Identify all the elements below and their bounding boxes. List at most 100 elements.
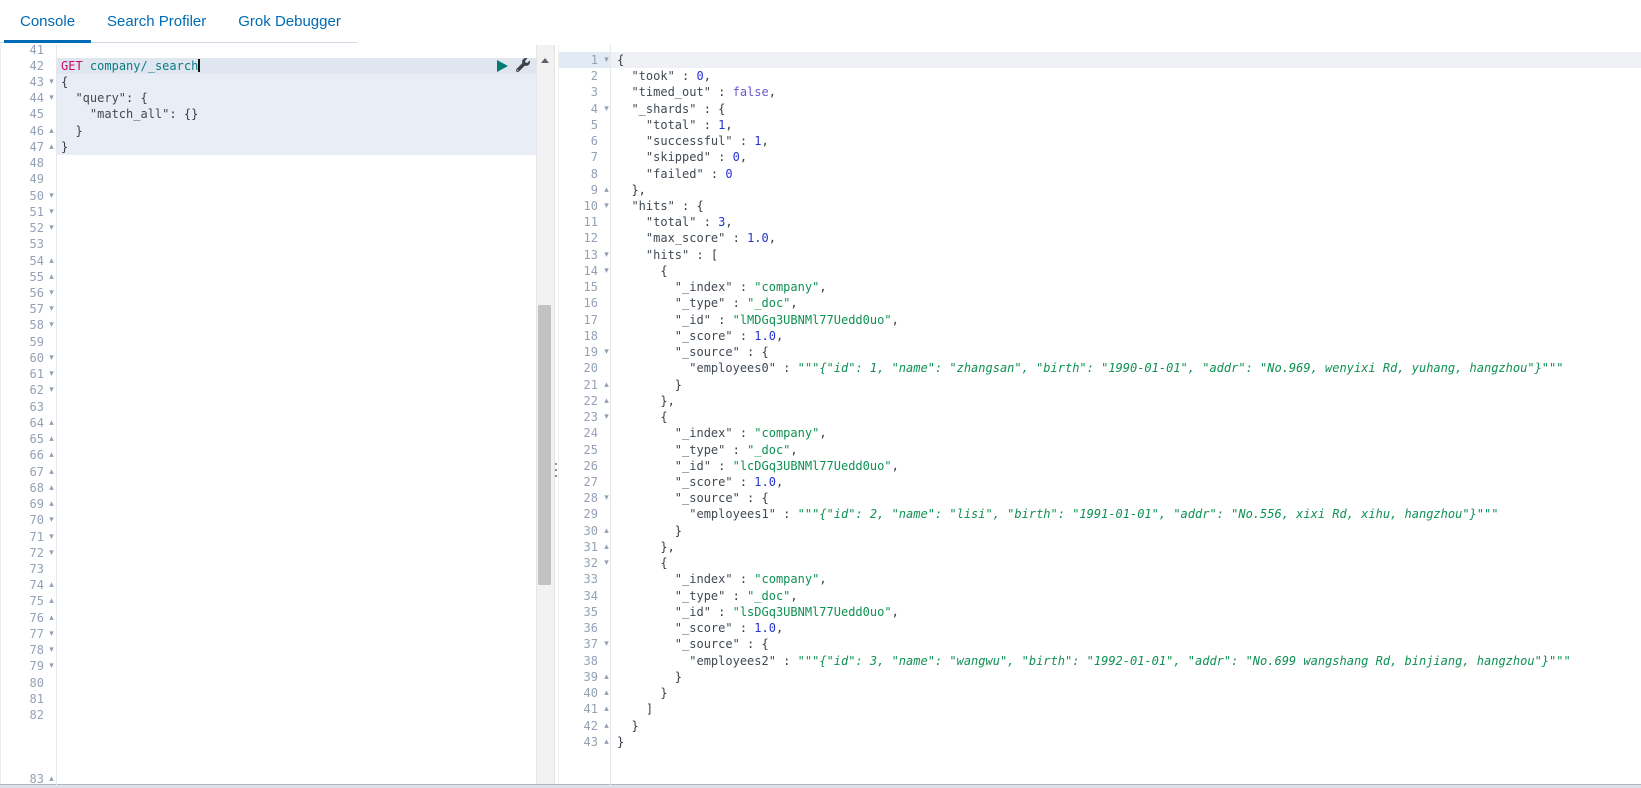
editor-line[interactable]: 47 ▴} <box>1 138 537 156</box>
editor-line[interactable]: 17 "_id" : "lMDGq3UBNMl77Uedd0uo", <box>559 312 1641 328</box>
editor-line[interactable]: 36 "_score" : 1.0, <box>559 620 1641 636</box>
editor-line[interactable]: 69 ▴ <box>1 496 537 512</box>
editor-line[interactable]: 11 "total" : 3, <box>559 214 1641 230</box>
console-request-editor[interactable]: 41 42 GET company/_search 43 ▾{44 ▾ "query": … <box>0 45 537 786</box>
window-bottom-edge <box>0 784 1641 788</box>
editor-line[interactable]: 37 ▾ "_source" : { <box>559 636 1641 652</box>
editor-line[interactable]: 39 ▴ } <box>559 669 1641 685</box>
tab-search-profiler[interactable]: Search Profiler <box>91 1 222 42</box>
editor-line[interactable]: 48 <box>1 155 537 171</box>
tab-grok-debugger[interactable]: Grok Debugger <box>222 1 357 42</box>
editor-line[interactable]: 43 ▴} <box>559 734 1641 750</box>
editor-line[interactable]: 77 ▾ <box>1 626 537 642</box>
editor-line[interactable]: 58 ▾ <box>1 317 537 333</box>
editor-line[interactable]: 30 ▴ } <box>559 523 1641 539</box>
editor-line[interactable]: 68 ▴ <box>1 480 537 496</box>
scroll-up-arrow-icon[interactable] <box>541 58 549 63</box>
editor-line[interactable]: 60 ▾ <box>1 350 537 366</box>
editor-line[interactable]: 73 <box>1 561 537 577</box>
editor-line[interactable]: 19 ▾ "_source" : { <box>559 344 1641 360</box>
editor-line[interactable]: 79 ▾ <box>1 658 537 674</box>
editor-line[interactable]: 40 ▴ } <box>559 685 1641 701</box>
line-number: 42 <box>583 718 598 733</box>
editor-line[interactable]: 50 ▾ <box>1 188 537 204</box>
editor-line[interactable]: 45 "match_all": {} <box>1 106 537 123</box>
send-request-button play-icon[interactable] <box>497 60 508 72</box>
editor-line[interactable]: 2 "took" : 0, <box>559 68 1641 84</box>
editor-line[interactable]: 26 "_id" : "lcDGq3UBNMl77Uedd0uo", <box>559 458 1641 474</box>
line-number: 74 <box>29 578 44 593</box>
editor-line[interactable]: 61 ▾ <box>1 366 537 382</box>
line-number: 60 <box>29 350 44 365</box>
editor-line[interactable]: 66 ▴ <box>1 447 537 463</box>
editor-line[interactable]: 31 ▴ }, <box>559 539 1641 555</box>
editor-line[interactable]: 49 <box>1 171 537 187</box>
editor-line[interactable]: 51 ▾ <box>1 204 537 220</box>
editor-line[interactable]: 33 "_index" : "company", <box>559 571 1641 587</box>
editor-line[interactable]: 20 "employees0" : """{"id": 1, "name": "… <box>559 360 1641 376</box>
editor-line[interactable]: 28 ▾ "_source" : { <box>559 490 1641 506</box>
editor-line[interactable]: 53 <box>1 236 537 252</box>
editor-line[interactable]: 59 <box>1 334 537 350</box>
editor-line[interactable]: 3 "timed_out" : false, <box>559 84 1641 100</box>
editor-line[interactable]: 12 "max_score" : 1.0, <box>559 230 1641 246</box>
editor-line[interactable]: 42 GET company/_search <box>1 57 537 74</box>
editor-line[interactable]: 14 ▾ { <box>559 263 1641 279</box>
editor-line[interactable]: 67 ▴ <box>1 464 537 480</box>
request-options-button[interactable] <box>515 58 530 73</box>
editor-line[interactable]: 22 ▴ }, <box>559 393 1641 409</box>
editor-line[interactable]: 21 ▴ } <box>559 377 1641 393</box>
editor-line[interactable]: 78 ▾ <box>1 642 537 658</box>
editor-line[interactable]: 54 ▴ <box>1 253 537 269</box>
editor-line[interactable]: 75 ▴ <box>1 593 537 609</box>
editor-line[interactable]: 15 "_index" : "company", <box>559 279 1641 295</box>
editor-line[interactable]: 43 ▾{ <box>1 73 537 91</box>
editor-line[interactable]: 32 ▾ { <box>559 555 1641 571</box>
editor-line[interactable]: 34 "_type" : "_doc", <box>559 588 1641 604</box>
editor-line[interactable]: 41 ▴ ] <box>559 701 1641 717</box>
editor-line[interactable]: 46 ▴ } <box>1 122 537 139</box>
editor-line[interactable]: 35 "_id" : "lsDGq3UBNMl77Uedd0uo", <box>559 604 1641 620</box>
editor-line[interactable]: 25 "_type" : "_doc", <box>559 442 1641 458</box>
editor-line[interactable]: 38 "employees2" : """{"id": 3, "name": "… <box>559 653 1641 669</box>
editor-line[interactable]: 65 ▴ <box>1 431 537 447</box>
editor-line[interactable]: 5 "total" : 1, <box>559 117 1641 133</box>
editor-line[interactable]: 64 ▴ <box>1 415 537 431</box>
editor-line[interactable]: 7 "skipped" : 0, <box>559 149 1641 165</box>
editor-line[interactable]: 74 ▴ <box>1 577 537 593</box>
editor-line[interactable]: 62 ▾ <box>1 382 537 398</box>
editor-line[interactable]: 80 <box>1 675 537 691</box>
console-response-editor[interactable]: 1 ▾{2 "took" : 0, 3 "timed_out" : false, 4 ▾… <box>558 45 1641 786</box>
editor-line[interactable]: 72 ▾ <box>1 545 537 561</box>
editor-line[interactable]: 29 "employees1" : """{"id": 2, "name": "… <box>559 506 1641 522</box>
editor-line[interactable]: 57 ▾ <box>1 301 537 317</box>
editor-line[interactable]: 10 ▾ "hits" : { <box>559 198 1641 214</box>
editor-line[interactable]: 18 "_score" : 1.0, <box>559 328 1641 344</box>
editor-line[interactable]: 81 <box>1 691 537 707</box>
editor-line[interactable]: 42 ▴ } <box>559 718 1641 734</box>
editor-line[interactable]: 41 <box>1 45 537 58</box>
editor-line[interactable]: 52 ▾ <box>1 220 537 236</box>
tab-console[interactable]: Console <box>4 1 92 43</box>
editor-line[interactable]: 13 ▾ "hits" : [ <box>559 247 1641 263</box>
editor-line[interactable]: 9 ▴ }, <box>559 182 1641 198</box>
line-number: 59 <box>29 334 44 349</box>
editor-line[interactable]: 24 "_index" : "company", <box>559 425 1641 441</box>
editor-line[interactable]: 82 <box>1 707 537 723</box>
editor-line[interactable]: 55 ▴ <box>1 269 537 285</box>
editor-line[interactable]: 16 "_type" : "_doc", <box>559 295 1641 311</box>
line-number: 58 <box>29 318 44 333</box>
editor-line[interactable]: 63 <box>1 399 537 415</box>
editor-line[interactable]: 23 ▾ { <box>559 409 1641 425</box>
scrollbar-thumb[interactable] <box>538 305 551 585</box>
editor-line[interactable]: 1 ▾{ <box>559 51 1641 69</box>
editor-line[interactable]: 70 ▾ <box>1 512 537 528</box>
editor-line[interactable]: 6 "successful" : 1, <box>559 133 1641 149</box>
editor-line[interactable]: 4 ▾ "_shards" : { <box>559 101 1641 117</box>
editor-line[interactable]: 76 ▴ <box>1 610 537 626</box>
editor-line[interactable]: 8 "failed" : 0 <box>559 166 1641 182</box>
editor-line[interactable]: 27 "_score" : 1.0, <box>559 474 1641 490</box>
editor-line[interactable]: 71 ▾ <box>1 529 537 545</box>
editor-line[interactable]: 44 ▾ "query": { <box>1 90 537 107</box>
editor-line[interactable]: 56 ▾ <box>1 285 537 301</box>
